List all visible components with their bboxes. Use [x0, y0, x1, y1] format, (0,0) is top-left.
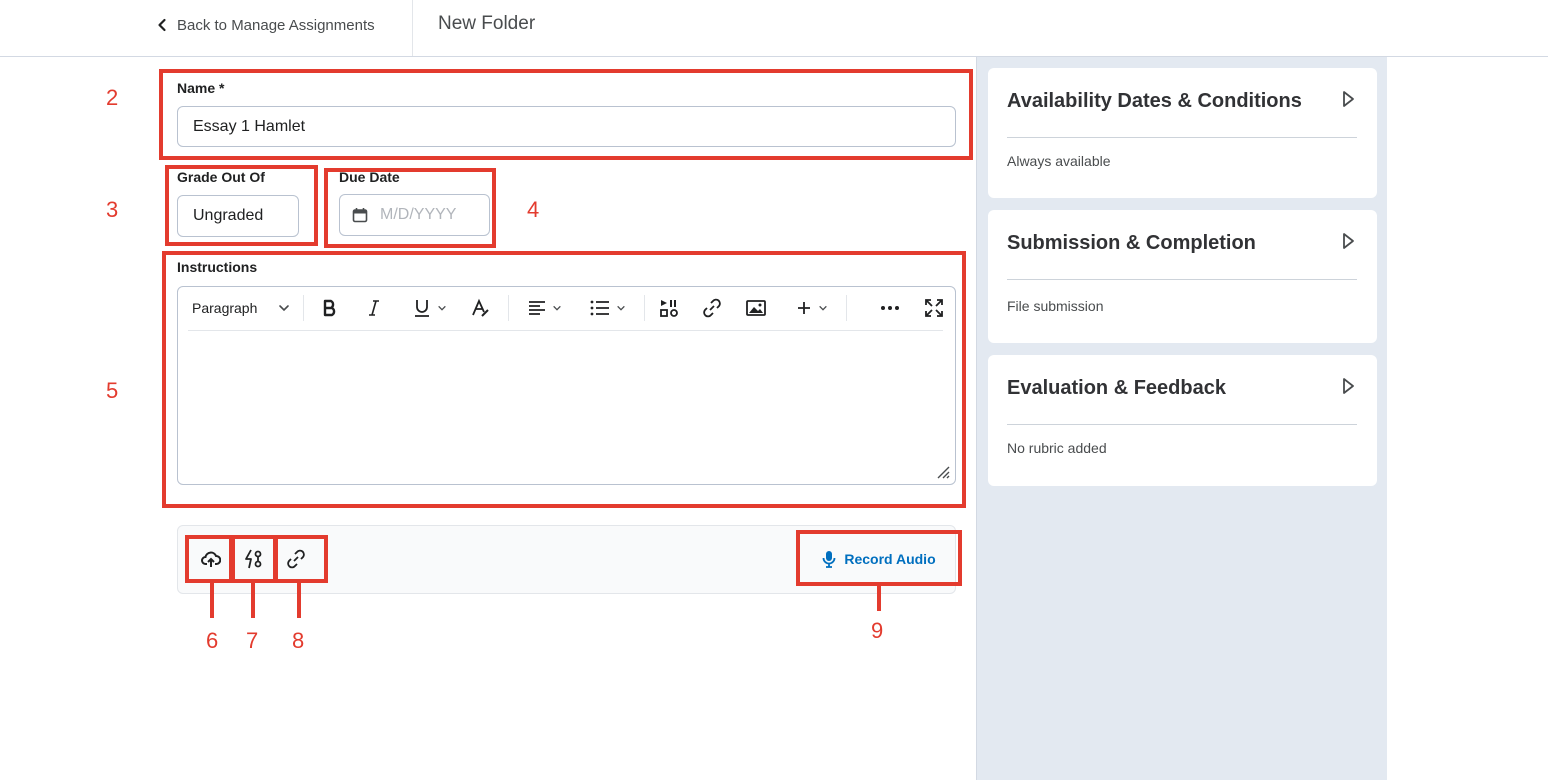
fullscreen-icon	[925, 299, 943, 317]
evaluation-card[interactable]: Evaluation & Feedback No rubric added	[988, 355, 1377, 486]
microphone-icon	[822, 551, 836, 568]
grade-input[interactable]: Ungraded	[177, 195, 299, 237]
add-quicklink-button[interactable]	[234, 537, 274, 581]
grade-label: Grade Out Of	[177, 169, 265, 185]
chevron-right-icon[interactable]	[1341, 377, 1355, 395]
availability-card[interactable]: Availability Dates & Conditions Always a…	[988, 68, 1377, 198]
name-input[interactable]: Essay 1 Hamlet	[177, 106, 956, 147]
editor-toolbar: Paragraph	[178, 287, 955, 330]
annotation-pointer	[210, 582, 214, 618]
insert-more-button[interactable]	[790, 296, 834, 320]
page-title: New Folder	[438, 13, 536, 34]
plus-icon	[798, 302, 810, 314]
insert-stuff-button[interactable]	[657, 296, 681, 320]
paragraph-format-dropdown[interactable]: Paragraph	[192, 296, 290, 320]
due-date-label: Due Date	[339, 169, 400, 185]
chevron-right-icon[interactable]	[1341, 90, 1355, 108]
bold-icon	[323, 299, 336, 317]
name-label: Name *	[177, 80, 225, 96]
chevron-down-icon	[553, 305, 561, 311]
resize-handle-icon[interactable]	[936, 465, 950, 479]
text-style-button[interactable]	[468, 296, 492, 320]
divider	[412, 0, 413, 56]
insert-link-button[interactable]	[700, 296, 724, 320]
upload-icon	[201, 551, 221, 567]
annotation-number: 8	[292, 628, 305, 653]
toolbar-separator	[644, 295, 645, 321]
calendar-icon	[352, 208, 368, 223]
due-date-placeholder: M/D/YYYY	[380, 206, 457, 223]
annotation-number: 9	[871, 618, 884, 643]
annotation-pointer	[297, 582, 301, 618]
card-divider	[1007, 137, 1357, 138]
bold-button[interactable]	[318, 296, 342, 320]
card-title: Submission & Completion	[1007, 232, 1256, 254]
card-divider	[1007, 424, 1357, 425]
annotation-pointer	[877, 585, 881, 611]
chevron-down-icon	[279, 305, 289, 312]
attachments-bar: Record Audio	[177, 525, 956, 594]
annotation-number: 3	[106, 197, 119, 222]
text-style-icon	[472, 298, 489, 317]
chevron-down-icon	[438, 305, 446, 311]
insert-image-button[interactable]	[744, 296, 768, 320]
link-icon	[287, 549, 305, 569]
annotation-number: 5	[106, 378, 119, 403]
insert-stuff-icon	[660, 300, 678, 317]
add-link-icon	[245, 549, 262, 569]
annotation-number: 4	[527, 197, 540, 222]
toolbar-separator	[303, 295, 304, 321]
card-summary: Always available	[1007, 153, 1111, 169]
record-audio-button[interactable]: Record Audio	[799, 534, 959, 584]
italic-icon	[369, 300, 379, 316]
card-summary: No rubric added	[1007, 440, 1107, 456]
align-button[interactable]	[523, 296, 567, 320]
card-title: Availability Dates & Conditions	[1007, 90, 1302, 112]
annotation-number: 6	[206, 628, 219, 653]
instructions-label: Instructions	[177, 259, 258, 275]
chevron-left-icon	[158, 18, 166, 32]
annotation-number: 7	[246, 628, 259, 653]
chevron-down-icon	[819, 305, 827, 311]
toolbar-divider	[188, 330, 943, 331]
list-icon	[590, 300, 609, 316]
toolbar-separator	[846, 295, 847, 321]
back-link[interactable]: Back to Manage Assignments	[155, 14, 375, 36]
image-icon	[746, 300, 766, 316]
upload-file-button[interactable]	[191, 537, 231, 581]
underline-button[interactable]	[408, 296, 452, 320]
back-link-label: Back to Manage Assignments	[177, 16, 375, 34]
instructions-editor[interactable]: Paragraph	[177, 286, 956, 485]
underline-icon	[415, 300, 429, 317]
italic-button[interactable]	[362, 296, 386, 320]
chevron-down-icon	[617, 305, 625, 311]
card-title: Evaluation & Feedback	[1007, 377, 1226, 399]
attach-link-button[interactable]	[276, 537, 316, 581]
link-icon	[703, 298, 721, 318]
toolbar-separator	[508, 295, 509, 321]
list-button[interactable]	[586, 296, 630, 320]
submission-card[interactable]: Submission & Completion File submission	[988, 210, 1377, 343]
card-divider	[1007, 279, 1357, 280]
top-bar: Back to Manage Assignments New Folder	[0, 0, 1548, 57]
record-audio-label: Record Audio	[844, 551, 936, 567]
fullscreen-button[interactable]	[922, 296, 946, 320]
grade-input-value: Ungraded	[193, 207, 264, 224]
annotation-number: 2	[106, 85, 119, 110]
more-icon	[881, 306, 899, 310]
more-actions-button[interactable]	[878, 296, 902, 320]
due-date-input[interactable]: M/D/YYYY	[339, 194, 490, 236]
card-summary: File submission	[1007, 298, 1104, 314]
paragraph-label: Paragraph	[192, 300, 258, 316]
chevron-right-icon[interactable]	[1341, 232, 1355, 250]
align-icon	[529, 301, 545, 315]
annotation-pointer	[251, 582, 255, 618]
name-input-value: Essay 1 Hamlet	[193, 117, 306, 135]
